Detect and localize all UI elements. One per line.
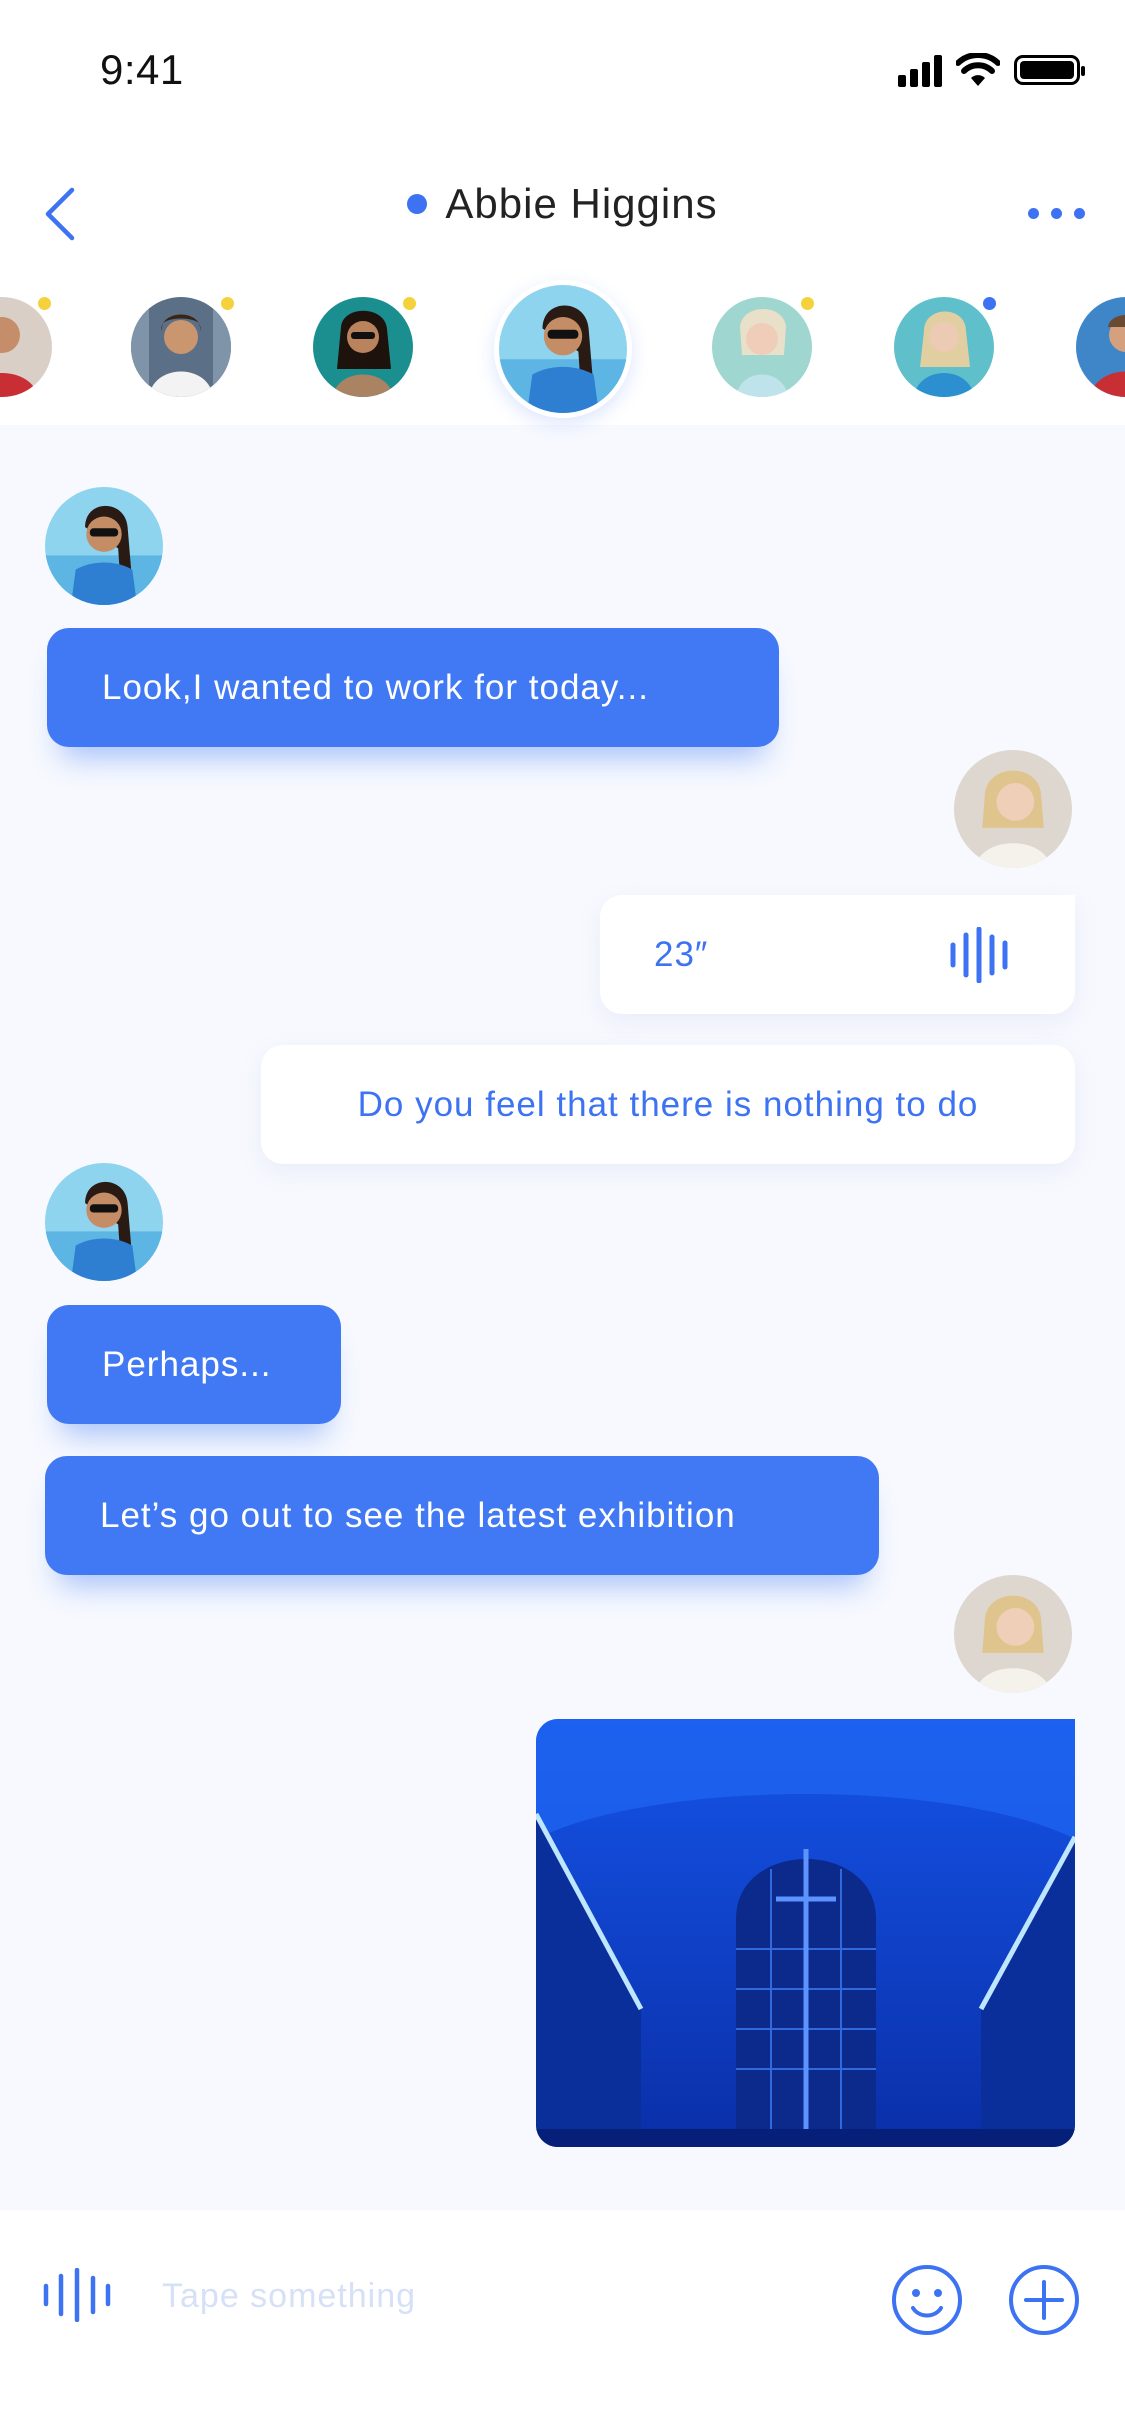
contact-avatar-6[interactable] xyxy=(894,297,994,397)
more-dot-icon xyxy=(1027,207,1039,219)
message-text: Perhaps... xyxy=(102,1344,272,1384)
sender-avatar-me[interactable] xyxy=(954,1575,1072,1693)
active-contact-notch xyxy=(470,425,660,470)
message-incoming[interactable]: Perhaps... xyxy=(47,1305,341,1424)
status-time: 9:41 xyxy=(100,46,184,93)
emoji-button[interactable] xyxy=(891,2264,963,2336)
message-outgoing[interactable]: Do you feel that there is nothing to do xyxy=(261,1045,1075,1164)
status-dot-blue xyxy=(983,297,996,310)
more-options-button[interactable] xyxy=(1023,198,1089,228)
contact-avatar-1[interactable] xyxy=(0,297,52,397)
contact-name-title: Abbie Higgins xyxy=(445,180,718,227)
sender-avatar-me[interactable] xyxy=(954,750,1072,868)
contact-avatar-2[interactable] xyxy=(131,297,231,397)
wifi-icon xyxy=(956,53,1000,86)
message-incoming[interactable]: Let’s go out to see the latest exhibitio… xyxy=(45,1456,879,1575)
status-dot-yellow xyxy=(801,297,814,310)
status-dot-yellow xyxy=(221,297,234,310)
battery-icon xyxy=(1014,55,1085,85)
status-dot-yellow xyxy=(38,297,51,310)
image-message[interactable] xyxy=(536,1719,1075,2147)
contact-avatar-5[interactable] xyxy=(712,297,812,397)
contact-avatar-abbie-higgins-active[interactable] xyxy=(494,280,632,418)
cellular-signal-icon xyxy=(898,53,942,87)
voice-message[interactable]: 23″ xyxy=(600,895,1075,1014)
message-text: Let’s go out to see the latest exhibitio… xyxy=(100,1495,736,1535)
voice-record-button[interactable] xyxy=(42,2268,112,2322)
status-dot-yellow xyxy=(403,297,416,310)
contact-avatar-3[interactable] xyxy=(313,297,413,397)
play-waveform-icon[interactable] xyxy=(949,927,1019,983)
message-incoming[interactable]: Look,I wanted to work for today... xyxy=(47,628,779,747)
chat-header: Abbie Higgins xyxy=(0,180,1125,228)
message-text: Do you feel that there is nothing to do xyxy=(357,1084,979,1124)
sender-avatar-abbie[interactable] xyxy=(45,1163,163,1281)
status-icons xyxy=(898,50,1085,90)
contact-avatar-7[interactable] xyxy=(1076,297,1125,397)
voice-duration: 23″ xyxy=(654,934,709,974)
message-input[interactable] xyxy=(160,2268,844,2324)
more-dot-icon xyxy=(1073,207,1085,219)
add-attachment-button[interactable] xyxy=(1008,2264,1080,2336)
online-status-dot xyxy=(407,194,428,214)
message-text: Look,I wanted to work for today... xyxy=(102,667,649,707)
sender-avatar-abbie[interactable] xyxy=(45,487,163,605)
more-dot-icon xyxy=(1050,207,1062,219)
